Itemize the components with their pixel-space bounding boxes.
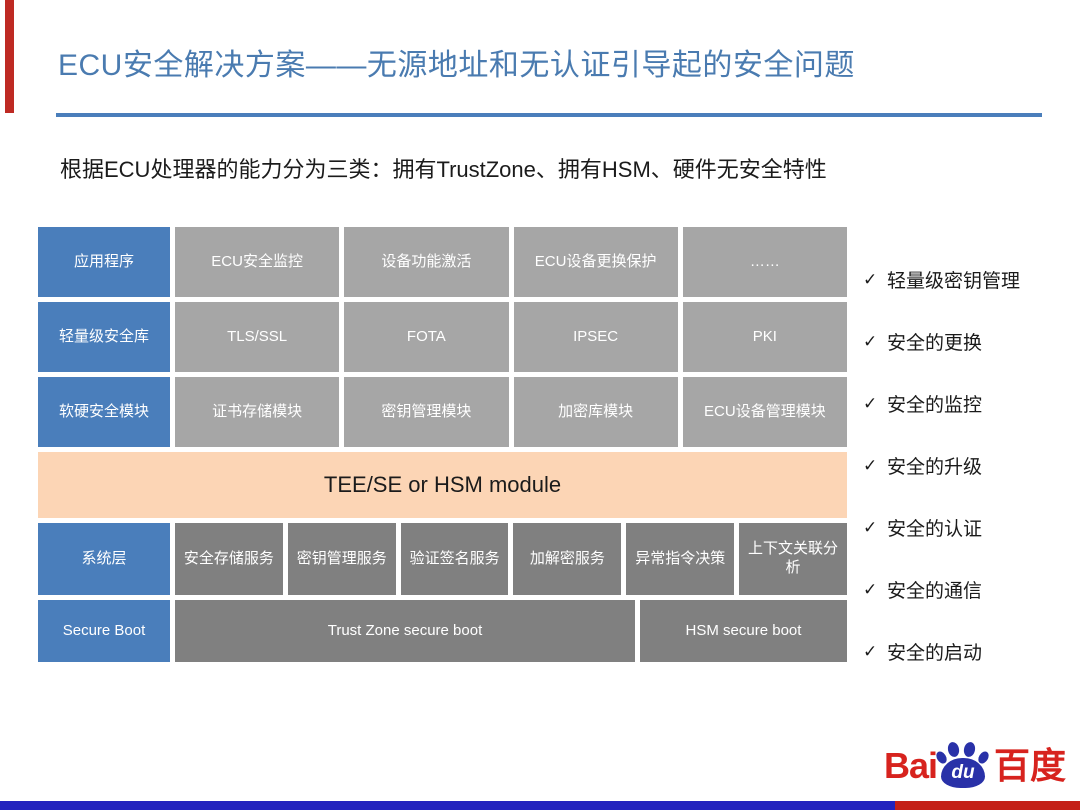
- left-accent-bar: [5, 0, 14, 113]
- check-icon: ✓: [863, 393, 878, 413]
- paw-print-icon: du: [934, 741, 991, 790]
- stack-row-lightweight-library: 轻量级安全库 TLS/SSL FOTA IPSEC PKI: [38, 302, 847, 372]
- check-icon: ✓: [863, 331, 878, 351]
- bottom-bar-blue-segment: [0, 801, 895, 810]
- stack-row-label-system-layer: 系统层: [38, 523, 170, 595]
- list-item-label: 安全的通信: [887, 580, 983, 602]
- check-icon: ✓: [863, 641, 878, 661]
- stack-cell: HSM secure boot: [640, 600, 847, 662]
- stack-row-label-secure-boot: Secure Boot: [38, 600, 170, 662]
- page-title: ECU安全解决方案——无源地址和无认证引导起的安全问题: [58, 49, 855, 82]
- stack-cell: 加解密服务: [513, 523, 622, 595]
- stack-row-system-layer: 系统层 安全存储服务 密钥管理服务 验证签名服务 加解密服务 异常指令决策 上下…: [38, 523, 847, 595]
- list-item-label: 轻量级密钥管理: [887, 270, 1021, 292]
- ecu-security-stack-diagram: 应用程序 ECU安全监控 设备功能激活 ECU设备更换保护 …… 轻量级安全库 …: [38, 227, 847, 667]
- check-icon: ✓: [863, 579, 878, 599]
- title-underline-rule: [56, 113, 1042, 117]
- stack-cell: 密钥管理模块: [344, 377, 509, 447]
- stack-cell: 加密库模块: [513, 377, 678, 447]
- list-item-label: 安全的更换: [887, 332, 983, 354]
- stack-cell: ……: [682, 227, 847, 297]
- stack-cell: 证书存储模块: [175, 377, 340, 447]
- stack-row-application: 应用程序 ECU安全监控 设备功能激活 ECU设备更换保护 ……: [38, 227, 847, 297]
- stack-row-secure-boot: Secure Boot Trust Zone secure boot HSM s…: [38, 600, 847, 662]
- list-item: ✓ 安全的启动: [863, 620, 1075, 682]
- bottom-bar-red-segment: [895, 801, 1080, 810]
- stack-cell: ECU设备管理模块: [682, 377, 847, 447]
- stack-cell: 安全存储服务: [175, 523, 283, 595]
- stack-cell: 异常指令决策: [626, 523, 735, 595]
- check-icon: ✓: [863, 517, 878, 537]
- list-item-label: 安全的认证: [887, 518, 983, 540]
- list-item: ✓ 安全的更换: [863, 310, 1075, 372]
- list-item-label: 安全的启动: [887, 642, 983, 664]
- paw-toe-icon: [962, 741, 977, 758]
- stack-cell: 验证签名服务: [400, 523, 509, 595]
- bottom-accent-bar: [0, 801, 1080, 810]
- list-item: ✓ 安全的通信: [863, 558, 1075, 620]
- paw-pad: du: [940, 758, 985, 788]
- baidu-logo-bai-text: Bai: [883, 745, 938, 786]
- list-item-label: 安全的升级: [887, 456, 983, 478]
- check-icon: ✓: [863, 269, 878, 289]
- stack-cell: FOTA: [344, 302, 509, 372]
- stack-cell: IPSEC: [513, 302, 678, 372]
- benefits-checklist: ✓ 轻量级密钥管理 ✓ 安全的更换 ✓ 安全的监控 ✓ 安全的升级 ✓ 安全的认…: [863, 248, 1075, 682]
- stack-row-label-lightweight-library: 轻量级安全库: [38, 302, 170, 372]
- baidu-logo-chinese-text: 百度: [993, 745, 1066, 786]
- stack-cell: 设备功能激活: [344, 227, 509, 297]
- paw-toe-icon: [946, 741, 961, 758]
- baidu-logo: Bai du 百度: [883, 741, 1066, 790]
- stack-cell: 上下文关联分析: [739, 523, 847, 595]
- stack-cell: ECU设备更换保护: [513, 227, 678, 297]
- stack-row-label-security-module: 软硬安全模块: [38, 377, 170, 447]
- list-item-label: 安全的监控: [887, 394, 983, 416]
- stack-cell: TLS/SSL: [175, 302, 340, 372]
- stack-row-label-application: 应用程序: [38, 227, 170, 297]
- baidu-logo-du-text: du: [951, 761, 975, 783]
- check-icon: ✓: [863, 455, 878, 475]
- list-item: ✓ 安全的监控: [863, 372, 1075, 434]
- stack-cell: PKI: [682, 302, 847, 372]
- page-subtitle: 根据ECU处理器的能力分为三类：拥有TrustZone、拥有HSM、硬件无安全特…: [60, 157, 827, 182]
- stack-cell: 密钥管理服务: [287, 523, 396, 595]
- tee-se-hsm-module-band: TEE/SE or HSM module: [38, 452, 847, 518]
- stack-cell: ECU安全监控: [175, 227, 340, 297]
- list-item: ✓ 安全的升级: [863, 434, 1075, 496]
- list-item: ✓ 轻量级密钥管理: [863, 248, 1075, 310]
- stack-cell: Trust Zone secure boot: [175, 600, 635, 662]
- list-item: ✓ 安全的认证: [863, 496, 1075, 558]
- stack-row-security-module: 软硬安全模块 证书存储模块 密钥管理模块 加密库模块 ECU设备管理模块: [38, 377, 847, 447]
